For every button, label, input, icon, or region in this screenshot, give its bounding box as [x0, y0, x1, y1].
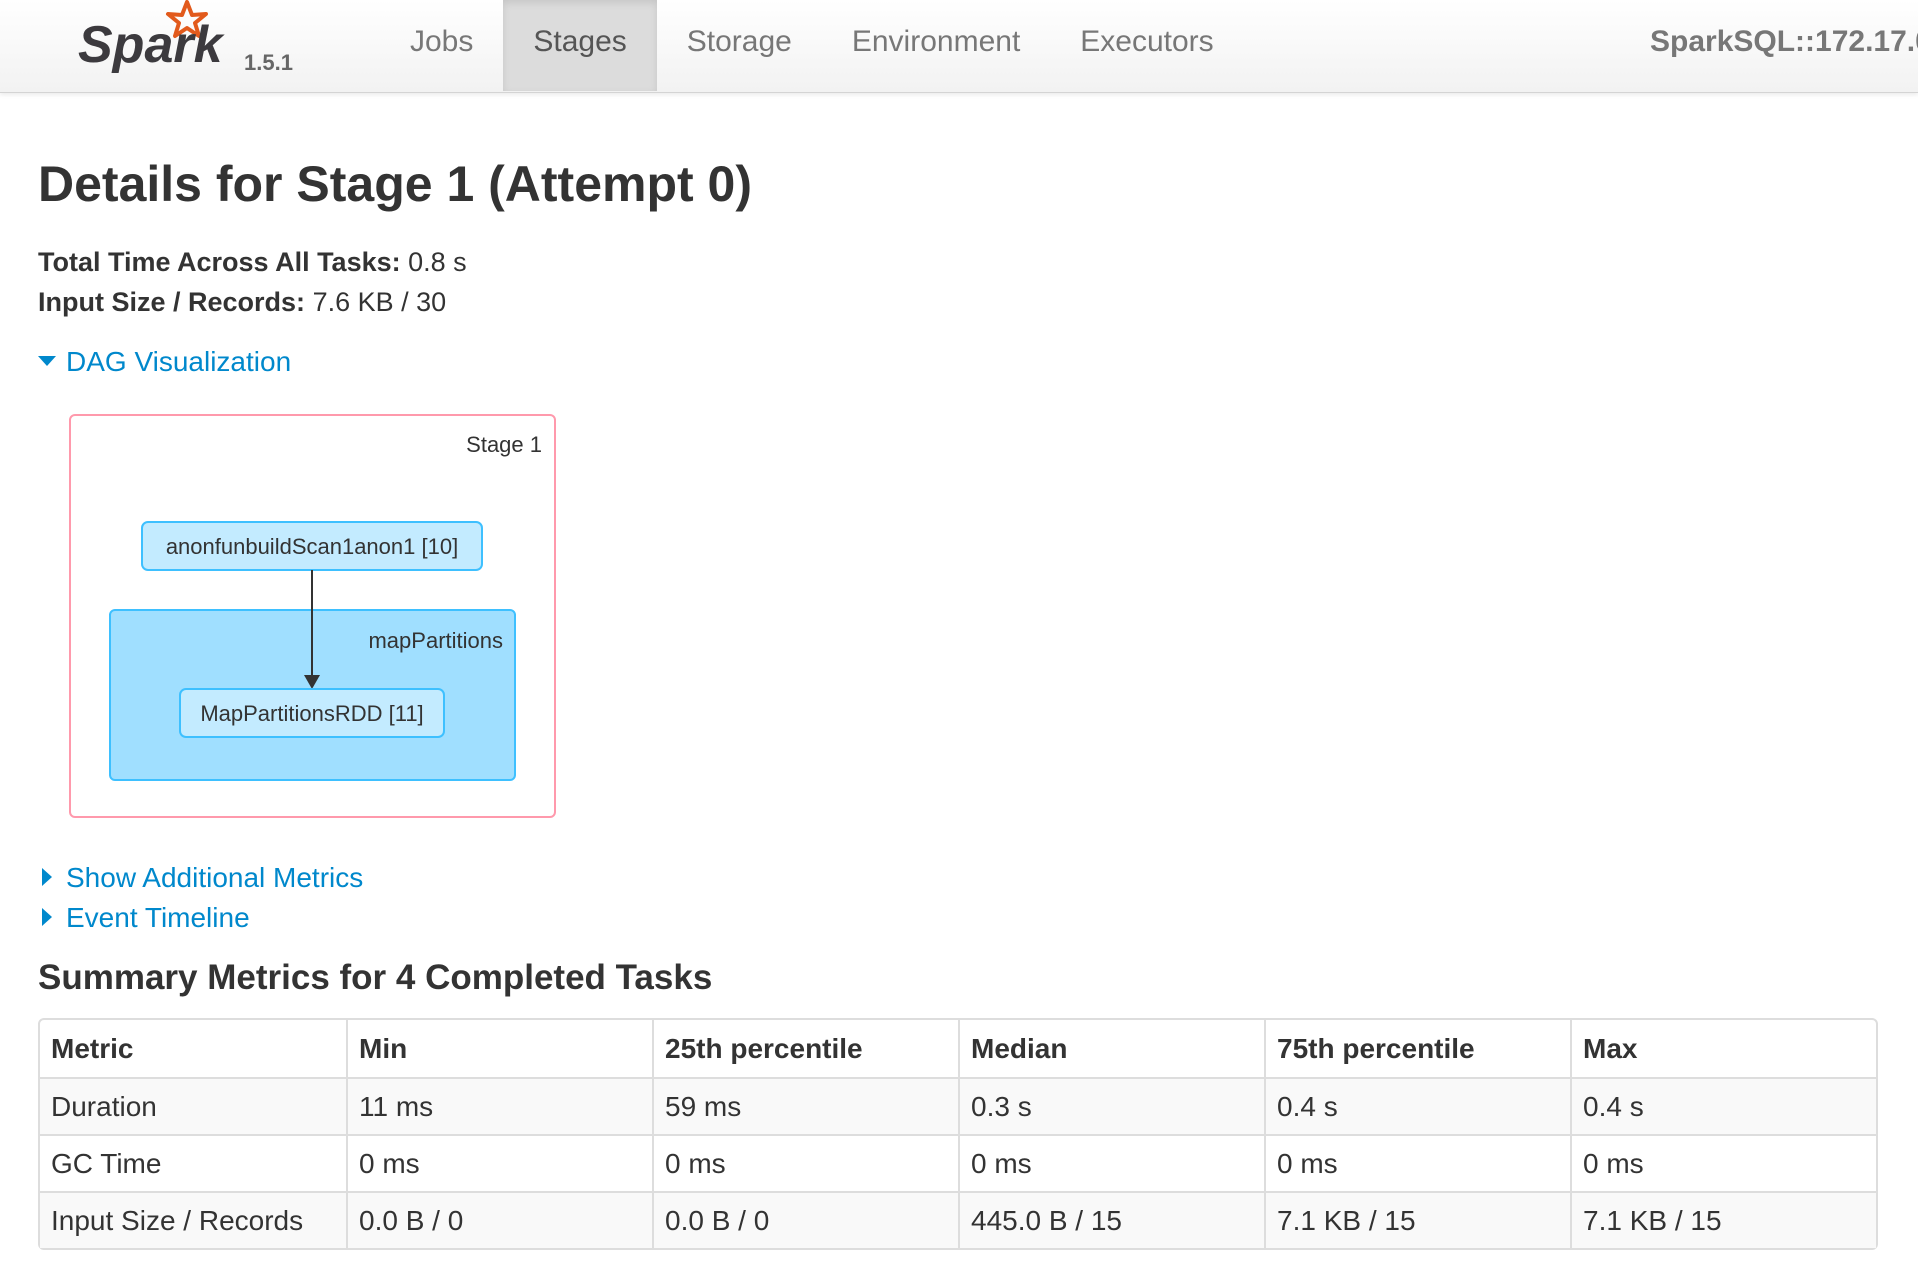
arrow-down-icon	[38, 355, 56, 366]
table-cell: 0.0 B / 0	[652, 1191, 958, 1248]
spark-logo[interactable]: Spark 1.5.1	[74, 0, 304, 88]
table-cell: Input Size / Records	[40, 1191, 346, 1248]
page-title: Details for Stage 1 (Attempt 0)	[38, 156, 753, 212]
table-cell: 0.3 s	[958, 1077, 1264, 1134]
table-header-row: Metric Min 25th percentile Median 75th p…	[40, 1020, 1876, 1077]
event-timeline-label: Event Timeline	[66, 902, 250, 933]
table-cell: 0.0 B / 0	[346, 1191, 652, 1248]
table-cell: 11 ms	[346, 1077, 652, 1134]
total-time-value: 0.8 s	[408, 247, 467, 277]
table-cell: Duration	[40, 1077, 346, 1134]
show-additional-metrics-label: Show Additional Metrics	[66, 862, 364, 893]
dag-node-map-label: MapPartitionsRDD [11]	[200, 701, 423, 726]
tab-jobs[interactable]: Jobs	[380, 0, 503, 91]
tab-storage[interactable]: Storage	[657, 0, 822, 91]
logo-wordmark: Spark	[78, 16, 226, 74]
column-header[interactable]: Max	[1570, 1020, 1876, 1077]
table-cell: 0 ms	[958, 1134, 1264, 1191]
app-name: SparkSQL::172.17.0	[1650, 25, 1918, 58]
show-additional-metrics-toggle[interactable]: Show Additional Metrics	[38, 859, 363, 897]
column-header[interactable]: Metric	[40, 1020, 346, 1077]
summary-metrics-heading: Summary Metrics for 4 Completed Tasks	[38, 958, 713, 997]
arrow-right-icon	[42, 867, 52, 886]
table-cell: 59 ms	[652, 1077, 958, 1134]
column-header[interactable]: 75th percentile	[1264, 1020, 1570, 1077]
tab-environment[interactable]: Environment	[822, 0, 1050, 91]
dag-visualization-label: DAG Visualization	[66, 346, 292, 377]
event-timeline-toggle[interactable]: Event Timeline	[38, 899, 250, 937]
dag-node-scan-label: anonfunbuildScan1anon1 [10]	[166, 534, 458, 559]
table-cell: GC Time	[40, 1134, 346, 1191]
tab-stages[interactable]: Stages	[503, 0, 657, 91]
spark-version: 1.5.1	[244, 50, 293, 75]
table-cell: 7.1 KB / 15	[1570, 1191, 1876, 1248]
table-row: Input Size / Records 0.0 B / 0 0.0 B / 0…	[40, 1191, 1876, 1248]
tab-executors[interactable]: Executors	[1050, 0, 1243, 91]
table-cell: 0 ms	[652, 1134, 958, 1191]
stage-label: Stage 1	[466, 432, 542, 457]
table-cell: 7.1 KB / 15	[1264, 1191, 1570, 1248]
column-header[interactable]: 25th percentile	[652, 1020, 958, 1077]
spark-logo-icon: Spark	[78, 0, 226, 74]
dag-graph: Stage 1 mapPartitions anonfunbuildScan1a…	[69, 414, 556, 818]
input-size-summary: Input Size / Records: 7.6 KB / 30	[38, 284, 446, 320]
input-size-value: 7.6 KB / 30	[312, 287, 447, 317]
total-time-label: Total Time Across All Tasks:	[38, 247, 401, 277]
nav-tabs: Jobs Stages Storage Environment Executor…	[380, 0, 1244, 91]
mappartitions-label: mapPartitions	[368, 628, 503, 653]
top-navbar: Spark 1.5.1 Jobs Stages Storage Environm…	[0, 0, 1918, 93]
table-cell: 0 ms	[346, 1134, 652, 1191]
table-row: GC Time 0 ms 0 ms 0 ms 0 ms 0 ms	[40, 1134, 1876, 1191]
table-cell: 0.4 s	[1570, 1077, 1876, 1134]
dag-visualization-toggle[interactable]: DAG Visualization	[38, 343, 291, 381]
input-size-label: Input Size / Records:	[38, 287, 306, 317]
arrow-right-icon	[42, 907, 52, 926]
table-cell: 445.0 B / 15	[958, 1191, 1264, 1248]
column-header[interactable]: Median	[958, 1020, 1264, 1077]
summary-metrics-table: Metric Min 25th percentile Median 75th p…	[38, 1018, 1878, 1250]
table-cell: 0 ms	[1264, 1134, 1570, 1191]
column-header[interactable]: Min	[346, 1020, 652, 1077]
total-time-summary: Total Time Across All Tasks: 0.8 s	[38, 244, 467, 280]
table-cell: 0.4 s	[1264, 1077, 1570, 1134]
table-row: Duration 11 ms 59 ms 0.3 s 0.4 s 0.4 s	[40, 1077, 1876, 1134]
table-cell: 0 ms	[1570, 1134, 1876, 1191]
